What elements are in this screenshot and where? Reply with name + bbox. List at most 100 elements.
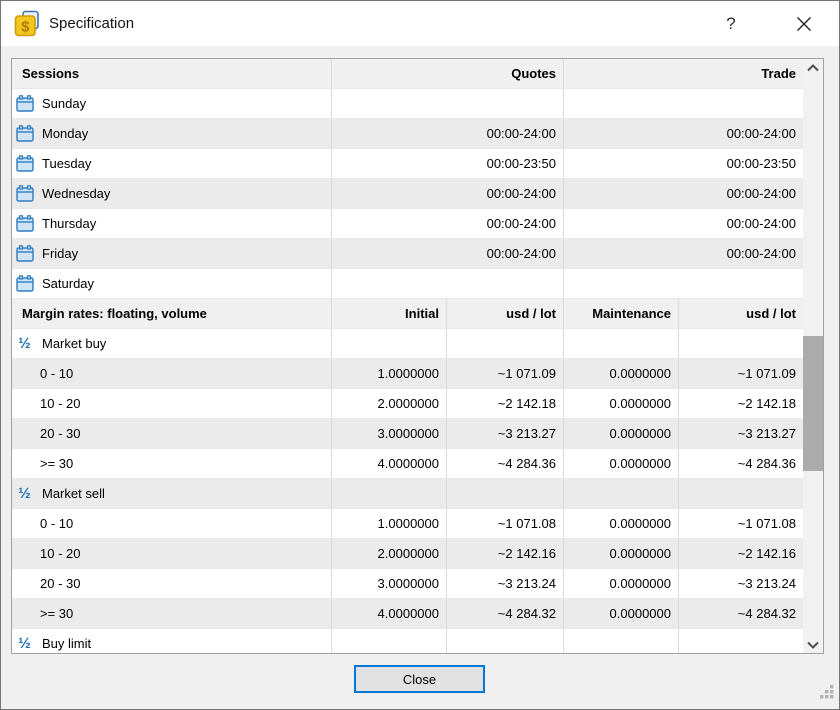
quotes-value: 00:00-23:50 xyxy=(332,149,564,178)
initial-usd-value: ~2 142.18 xyxy=(447,389,564,418)
initial-value: 2.0000000 xyxy=(332,539,447,568)
initial-value: 3.0000000 xyxy=(332,569,447,598)
quotes-value xyxy=(332,269,564,298)
trade-column-header: Trade xyxy=(564,59,803,88)
specification-dialog: $ Specification ? Sessions Quotes Trade xyxy=(0,0,840,710)
volume-range: >= 30 xyxy=(12,599,332,628)
group-label: Market sell xyxy=(42,486,105,501)
margin-group-market-sell[interactable]: ½Market sell xyxy=(12,479,803,509)
maintenance-usd-value: ~4 284.32 xyxy=(679,599,803,628)
session-row-thursday[interactable]: Thursday 00:00-24:00 00:00-24:00 xyxy=(12,209,803,239)
calendar-icon xyxy=(15,95,34,112)
group-label: Buy limit xyxy=(42,636,91,651)
calendar-icon xyxy=(15,215,34,232)
session-row-sunday[interactable]: Sunday xyxy=(12,89,803,119)
scroll-up-button[interactable] xyxy=(803,59,823,76)
session-row-saturday[interactable]: Saturday xyxy=(12,269,803,299)
chevron-down-icon xyxy=(807,641,819,649)
margin-row[interactable]: >= 30 4.0000000 ~4 284.36 0.0000000 ~4 2… xyxy=(12,449,803,479)
session-row-friday[interactable]: Friday 00:00-24:00 00:00-24:00 xyxy=(12,239,803,269)
initial-usd-value: ~4 284.32 xyxy=(447,599,564,628)
calendar-icon xyxy=(15,245,34,262)
day-label: Friday xyxy=(42,246,78,261)
sessions-header-label: Sessions xyxy=(12,59,332,88)
dialog-title: Specification xyxy=(49,15,134,32)
resize-grip-icon[interactable] xyxy=(820,685,834,704)
initial-value: 1.0000000 xyxy=(332,359,447,388)
margin-row[interactable]: >= 30 4.0000000 ~4 284.32 0.0000000 ~4 2… xyxy=(12,599,803,629)
day-label: Sunday xyxy=(42,96,86,111)
volume-range: 20 - 30 xyxy=(12,419,332,448)
group-label: Market buy xyxy=(42,336,106,351)
margin-row[interactable]: 0 - 10 1.0000000 ~1 071.08 0.0000000 ~1 … xyxy=(12,509,803,539)
maintenance-column-header: Maintenance xyxy=(564,299,679,328)
chevron-up-icon xyxy=(807,64,819,72)
day-label: Monday xyxy=(42,126,88,141)
volume-range: 20 - 30 xyxy=(12,569,332,598)
initial-value: 1.0000000 xyxy=(332,509,447,538)
maintenance-usd-value: ~2 142.18 xyxy=(679,389,803,418)
margin-row[interactable]: 10 - 20 2.0000000 ~2 142.16 0.0000000 ~2… xyxy=(12,539,803,569)
initial-usd-value: ~3 213.27 xyxy=(447,419,564,448)
one-half-icon: ½ xyxy=(15,336,34,351)
calendar-icon xyxy=(15,275,34,292)
close-button[interactable]: Close xyxy=(354,665,485,693)
volume-range: >= 30 xyxy=(12,449,332,478)
margin-row[interactable]: 0 - 10 1.0000000 ~1 071.09 0.0000000 ~1 … xyxy=(12,359,803,389)
table-rows: Sessions Quotes Trade Sunday Monday 00:0… xyxy=(12,59,803,653)
help-button[interactable]: ? xyxy=(715,8,747,40)
title-bar: $ Specification ? xyxy=(1,1,839,46)
day-label: Tuesday xyxy=(42,156,91,171)
maintenance-value: 0.0000000 xyxy=(564,449,679,478)
maintenance-value: 0.0000000 xyxy=(564,509,679,538)
initial-usd-value: ~4 284.36 xyxy=(447,449,564,478)
trade-value: 00:00-24:00 xyxy=(564,239,803,268)
maintenance-value: 0.0000000 xyxy=(564,359,679,388)
initial-usd-value: ~1 071.08 xyxy=(447,509,564,538)
scroll-down-button[interactable] xyxy=(803,636,823,653)
trade-value xyxy=(564,89,803,118)
scrollbar-thumb[interactable] xyxy=(803,336,823,471)
session-row-monday[interactable]: Monday 00:00-24:00 00:00-24:00 xyxy=(12,119,803,149)
maintenance-usd-value: ~3 213.24 xyxy=(679,569,803,598)
day-label: Thursday xyxy=(42,216,96,231)
maintenance-value: 0.0000000 xyxy=(564,539,679,568)
margin-group-buy-limit[interactable]: ½ Buy limit xyxy=(12,629,803,653)
initial-value: 3.0000000 xyxy=(332,419,447,448)
quotes-value: 00:00-24:00 xyxy=(332,119,564,148)
close-x-icon xyxy=(796,16,812,32)
calendar-icon xyxy=(15,125,34,142)
maintenance-usd-value: ~4 284.36 xyxy=(679,449,803,478)
maintenance-value: 0.0000000 xyxy=(564,419,679,448)
initial-value: 2.0000000 xyxy=(332,389,447,418)
initial-usd-value: ~2 142.16 xyxy=(447,539,564,568)
initial-usd-lot-column-header: usd / lot xyxy=(447,299,564,328)
one-half-icon: ½ xyxy=(15,636,34,651)
session-row-tuesday[interactable]: Tuesday 00:00-23:50 00:00-23:50 xyxy=(12,149,803,179)
close-window-button[interactable] xyxy=(788,8,820,40)
quotes-value: 00:00-24:00 xyxy=(332,179,564,208)
volume-range: 0 - 10 xyxy=(12,509,332,538)
margin-row[interactable]: 20 - 30 3.0000000 ~3 213.27 0.0000000 ~3… xyxy=(12,419,803,449)
maintenance-value: 0.0000000 xyxy=(564,389,679,418)
sessions-header-row: Sessions Quotes Trade xyxy=(12,59,803,89)
maintenance-value: 0.0000000 xyxy=(564,599,679,628)
maintenance-usd-value: ~2 142.16 xyxy=(679,539,803,568)
session-row-wednesday[interactable]: Wednesday 00:00-24:00 00:00-24:00 xyxy=(12,179,803,209)
margin-header-row: Margin rates: floating, volume Initial u… xyxy=(12,299,803,329)
maintenance-usd-value: ~1 071.09 xyxy=(679,359,803,388)
vertical-scrollbar[interactable] xyxy=(803,59,823,653)
initial-usd-value: ~1 071.09 xyxy=(447,359,564,388)
quotes-value xyxy=(332,89,564,118)
margin-row[interactable]: 10 - 20 2.0000000 ~2 142.18 0.0000000 ~2… xyxy=(12,389,803,419)
specification-table: Sessions Quotes Trade Sunday Monday 00:0… xyxy=(11,58,824,654)
initial-column-header: Initial xyxy=(332,299,447,328)
quotes-column-header: Quotes xyxy=(332,59,564,88)
margin-group-market-buy[interactable]: ½ Market buy xyxy=(12,329,803,359)
maintenance-usd-value: ~3 213.27 xyxy=(679,419,803,448)
maintenance-value: 0.0000000 xyxy=(564,569,679,598)
margin-row[interactable]: 20 - 30 3.0000000 ~3 213.24 0.0000000 ~3… xyxy=(12,569,803,599)
trade-value: 00:00-23:50 xyxy=(564,149,803,178)
quotes-value: 00:00-24:00 xyxy=(332,239,564,268)
initial-value: 4.0000000 xyxy=(332,449,447,478)
